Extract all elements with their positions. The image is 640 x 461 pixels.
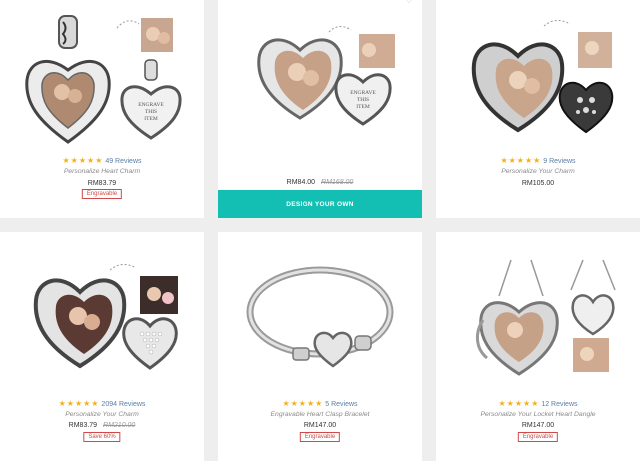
product-image[interactable]: [436, 256, 640, 382]
original-price: RM168.00: [321, 179, 354, 186]
review-count[interactable]: 12 Reviews: [541, 401, 577, 408]
product-card[interactable]: ENGRAVE THIS ITEM ★★★★★ 49 Reviews Perso…: [0, 0, 204, 218]
engrave-line-1: ENGRAVE: [138, 102, 164, 108]
product-image[interactable]: [218, 258, 422, 378]
product-price: RM84.00: [286, 179, 316, 186]
engrave-line-2: THIS: [145, 109, 157, 115]
rating-stars: ★★★★★: [282, 399, 324, 408]
review-count[interactable]: 5 Reviews: [325, 401, 357, 408]
engrave-line-3: ITEM: [144, 116, 158, 122]
review-count[interactable]: 9 Reviews: [543, 158, 575, 165]
engrave-line-3: ITEM: [356, 104, 370, 110]
design-your-own-button[interactable]: DESIGN YOUR OWN: [218, 190, 422, 218]
engrave-line-1: ENGRAVE: [350, 90, 376, 96]
product-name[interactable]: Engravable Heart Clasp Bracelet: [218, 410, 422, 419]
review-count[interactable]: 49 Reviews: [105, 158, 141, 165]
review-count[interactable]: 2094 Reviews: [101, 401, 145, 408]
rating-stars: ★★★★★: [62, 156, 104, 165]
product-image[interactable]: [0, 256, 204, 376]
engravable-badge: Engravable: [299, 432, 341, 442]
product-image[interactable]: [436, 14, 640, 144]
product-card[interactable]: ★★★★★ 2094 Reviews Personalize Your Char…: [0, 232, 204, 461]
product-price: RM83.79: [68, 422, 98, 429]
product-card[interactable]: ♡ ENGRAVE THIS ITEM RM84.00 RM168.00 DES…: [218, 0, 422, 218]
wishlist-heart-icon[interactable]: ♡: [404, 0, 414, 6]
product-card[interactable]: ★★★★★ 12 Reviews Personalize Your Locket…: [436, 232, 640, 461]
product-price: RM83.79: [87, 180, 117, 187]
product-name[interactable]: Personalize Your Locket Heart Dangle: [436, 410, 640, 419]
discount-badge: Save 60%: [83, 432, 121, 442]
product-card[interactable]: ★★★★★ 5 Reviews Engravable Heart Clasp B…: [218, 232, 422, 461]
product-price: RM105.00: [521, 180, 555, 187]
product-card[interactable]: ★★★★★ 9 Reviews Personalize Your Charm R…: [436, 0, 640, 218]
rating-stars: ★★★★★: [498, 399, 540, 408]
rating-stars: ★★★★★: [58, 399, 100, 408]
product-image[interactable]: ENGRAVE THIS ITEM: [0, 10, 204, 145]
product-image[interactable]: ENGRAVE THIS ITEM: [218, 18, 422, 138]
product-name[interactable]: Personalize Your Charm: [0, 410, 204, 419]
product-name[interactable]: Personalize Your Charm: [436, 167, 640, 176]
original-price: RM210.00: [103, 422, 136, 429]
engravable-badge: Engravable: [81, 189, 123, 199]
product-name[interactable]: Personalize Heart Charm: [0, 167, 204, 176]
engrave-line-2: THIS: [357, 97, 369, 103]
product-price: RM147.00: [303, 422, 337, 429]
product-price: RM147.00: [521, 422, 555, 429]
rating-stars: ★★★★★: [500, 156, 542, 165]
engravable-badge: Engravable: [517, 432, 559, 442]
